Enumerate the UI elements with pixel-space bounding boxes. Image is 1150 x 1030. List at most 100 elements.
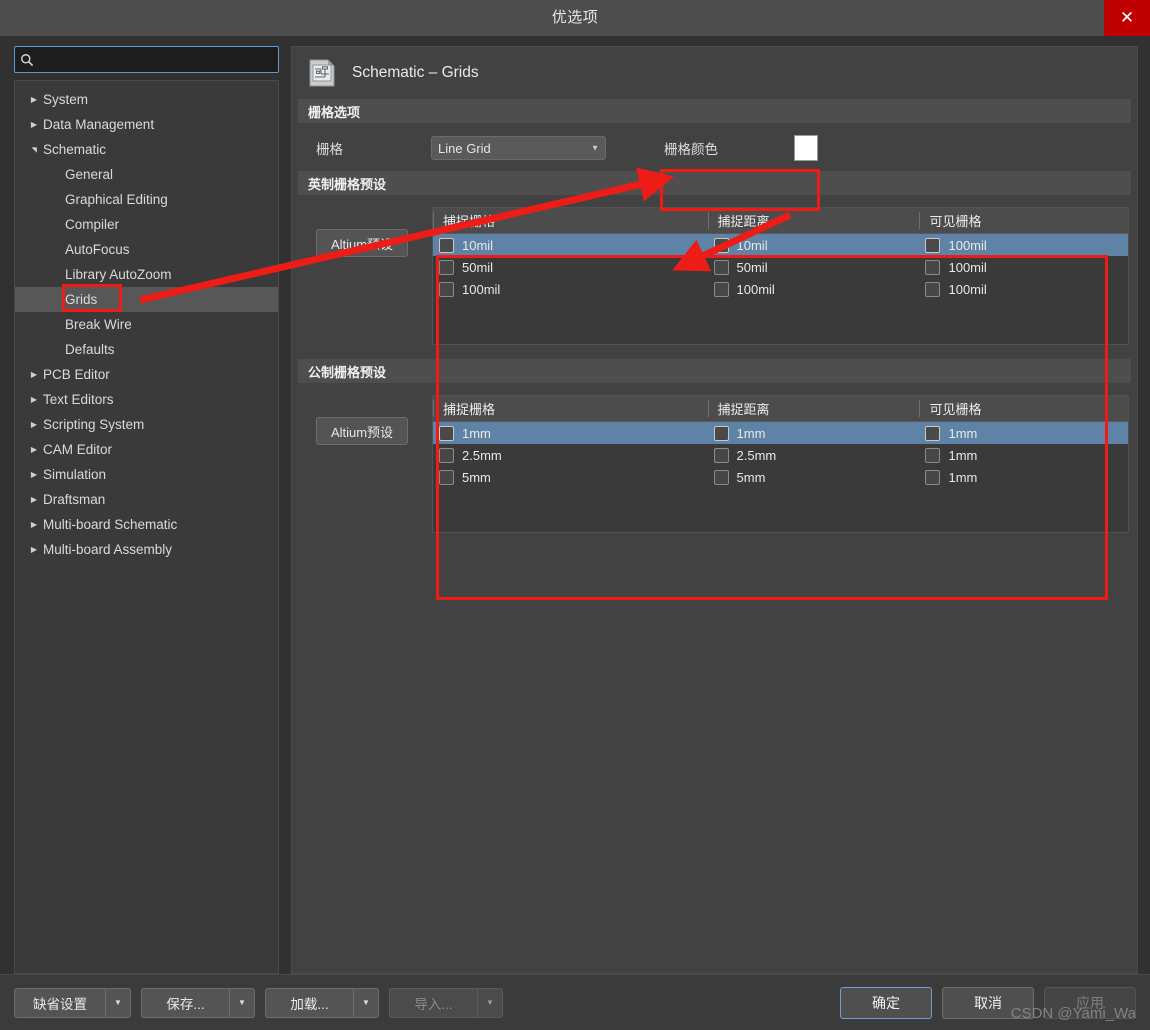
preferences-dialog: 优选项 ✕ ▶ System ▶ Data Management ◢ Schematic G… [0, 0, 1150, 1030]
chevron-down-icon[interactable]: ▼ [229, 987, 255, 1018]
page-title: Schematic – Grids [352, 64, 479, 81]
checkbox[interactable] [439, 259, 454, 275]
sidebar-item-break-wire[interactable]: Break Wire [15, 312, 278, 337]
sidebar-item-simulation[interactable]: ▶ Simulation [15, 462, 278, 487]
checkbox[interactable] [925, 469, 941, 485]
footer-split-button[interactable]: 缺省设置 ▼ [14, 987, 131, 1018]
sidebar-item-data-management[interactable]: ▶ Data Management [15, 112, 278, 137]
chevron-down-icon[interactable]: ◢ [30, 141, 38, 159]
table-row[interactable]: 50mil 50mil 100mil [433, 256, 1128, 278]
sidebar-item-schematic[interactable]: ◢ Schematic [15, 137, 278, 162]
checkbox[interactable] [439, 469, 454, 485]
checkbox[interactable] [925, 281, 941, 297]
checkbox[interactable] [713, 237, 729, 253]
cancel-button[interactable]: 取消 [942, 986, 1034, 1019]
sidebar: ▶ System ▶ Data Management ◢ Schematic General… [14, 46, 279, 974]
checkbox[interactable] [439, 281, 454, 297]
checkbox[interactable] [713, 281, 729, 297]
column-header[interactable]: 可见栅格 [919, 208, 1128, 233]
sidebar-item-system[interactable]: ▶ System [15, 87, 278, 112]
table-cell-visible-grid: 100mil [919, 237, 1128, 253]
chevron-right-icon[interactable]: ▶ [25, 395, 43, 404]
cell-value: 100mil [948, 281, 987, 297]
table-row[interactable]: 10mil 10mil 100mil [433, 234, 1128, 256]
table-row[interactable]: 5mm 5mm 1mm [433, 466, 1128, 488]
panel-header: Schematic – Grids [292, 47, 1137, 99]
chevron-right-icon[interactable]: ▶ [25, 445, 43, 454]
section-header-imperial-presets: 英制栅格预设 [298, 171, 1131, 195]
sidebar-item-label: PCB Editor [43, 367, 110, 382]
metric-grid-table[interactable]: 捕捉栅格 捕捉距离 可见栅格 1mm 1mm 1mm 2.5mm 2.5mm 1mm 5mm 5mm… [432, 395, 1129, 533]
column-header[interactable]: 可见栅格 [919, 396, 1128, 421]
table-cell-snap-grid: 10mil [433, 237, 708, 253]
cell-value: 10mil [736, 237, 768, 253]
table-cell-snap-grid: 100mil [433, 281, 708, 297]
checkbox[interactable] [713, 469, 729, 485]
imperial-altium-preset-button[interactable]: Altium预设 [315, 229, 409, 257]
sidebar-item-draftsman[interactable]: ▶ Draftsman [15, 487, 278, 512]
checkbox[interactable] [925, 259, 941, 275]
grid-type-dropdown[interactable]: Line Grid ▼ [431, 136, 606, 160]
preferences-tree[interactable]: ▶ System ▶ Data Management ◢ Schematic General… [14, 80, 279, 974]
sidebar-item-multi-board-schematic[interactable]: ▶ Multi-board Schematic [15, 512, 278, 537]
table-row[interactable]: 1mm 1mm 1mm [433, 422, 1128, 444]
table-row[interactable]: 2.5mm 2.5mm 1mm [433, 444, 1128, 466]
ok-button[interactable]: 确定 [840, 986, 932, 1019]
sidebar-item-defaults[interactable]: Defaults [15, 337, 278, 362]
footer-button-0[interactable]: 缺省设置 [14, 987, 105, 1018]
sidebar-item-multi-board-assembly[interactable]: ▶ Multi-board Assembly [15, 537, 278, 562]
checkbox[interactable] [439, 425, 454, 441]
table-cell-visible-grid: 100mil [919, 281, 1128, 297]
column-header[interactable]: 捕捉距离 [707, 208, 920, 233]
sidebar-item-library-autozoom[interactable]: Library AutoZoom [15, 262, 278, 287]
chevron-right-icon[interactable]: ▶ [25, 520, 43, 529]
metric-altium-preset-button[interactable]: Altium预设 [315, 417, 409, 445]
sidebar-item-grids[interactable]: Grids [15, 287, 278, 312]
sidebar-item-label: Simulation [43, 467, 107, 482]
cell-value: 10mil [462, 237, 494, 253]
dialog-body: ▶ System ▶ Data Management ◢ Schematic General… [0, 36, 1150, 974]
checkbox[interactable] [925, 237, 941, 253]
checkbox[interactable] [439, 237, 454, 253]
sidebar-item-pcb-editor[interactable]: ▶ PCB Editor [15, 362, 278, 387]
grid-option-row: 栅格 Line Grid ▼ 栅格颜色 [292, 123, 1137, 171]
sidebar-item-compiler[interactable]: Compiler [15, 212, 278, 237]
table-cell-snap-distance: 5mm [708, 469, 920, 485]
footer-button-1[interactable]: 保存... [141, 987, 229, 1018]
imperial-grid-table[interactable]: 捕捉栅格 捕捉距离 可见栅格 10mil 10mil 100mil 50mil 50mil 10… [432, 207, 1129, 345]
footer-split-button[interactable]: 保存... ▼ [141, 987, 255, 1018]
chevron-right-icon[interactable]: ▶ [25, 120, 43, 129]
chevron-right-icon[interactable]: ▶ [25, 420, 43, 429]
footer-button-2[interactable]: 加载... [265, 987, 353, 1018]
search-box[interactable] [14, 46, 279, 73]
sidebar-item-scripting-system[interactable]: ▶ Scripting System [15, 412, 278, 437]
chevron-right-icon[interactable]: ▶ [25, 545, 43, 554]
grid-color-swatch[interactable] [794, 135, 818, 161]
sidebar-item-cam-editor[interactable]: ▶ CAM Editor [15, 437, 278, 462]
column-header[interactable]: 捕捉栅格 [433, 208, 708, 233]
chevron-right-icon[interactable]: ▶ [25, 470, 43, 479]
close-icon[interactable]: ✕ [1104, 0, 1150, 36]
checkbox[interactable] [925, 447, 941, 463]
chevron-down-icon[interactable]: ▼ [353, 987, 379, 1018]
sidebar-item-autofocus[interactable]: AutoFocus [15, 237, 278, 262]
chevron-down-icon: ▼ [591, 143, 599, 153]
cell-value: 100mil [948, 259, 987, 275]
checkbox[interactable] [439, 447, 454, 463]
sidebar-item-text-editors[interactable]: ▶ Text Editors [15, 387, 278, 412]
search-input[interactable] [39, 48, 278, 71]
checkbox[interactable] [925, 425, 941, 441]
chevron-right-icon[interactable]: ▶ [25, 95, 43, 104]
chevron-right-icon[interactable]: ▶ [25, 370, 43, 379]
checkbox[interactable] [713, 425, 729, 441]
sidebar-item-graphical-editing[interactable]: Graphical Editing [15, 187, 278, 212]
column-header[interactable]: 捕捉栅格 [433, 396, 708, 421]
chevron-down-icon[interactable]: ▼ [105, 987, 131, 1018]
column-header[interactable]: 捕捉距离 [707, 396, 920, 421]
checkbox[interactable] [713, 447, 729, 463]
chevron-right-icon[interactable]: ▶ [25, 495, 43, 504]
table-row[interactable]: 100mil 100mil 100mil [433, 278, 1128, 300]
sidebar-item-general[interactable]: General [15, 162, 278, 187]
checkbox[interactable] [713, 259, 729, 275]
footer-split-button[interactable]: 加载... ▼ [265, 987, 379, 1018]
